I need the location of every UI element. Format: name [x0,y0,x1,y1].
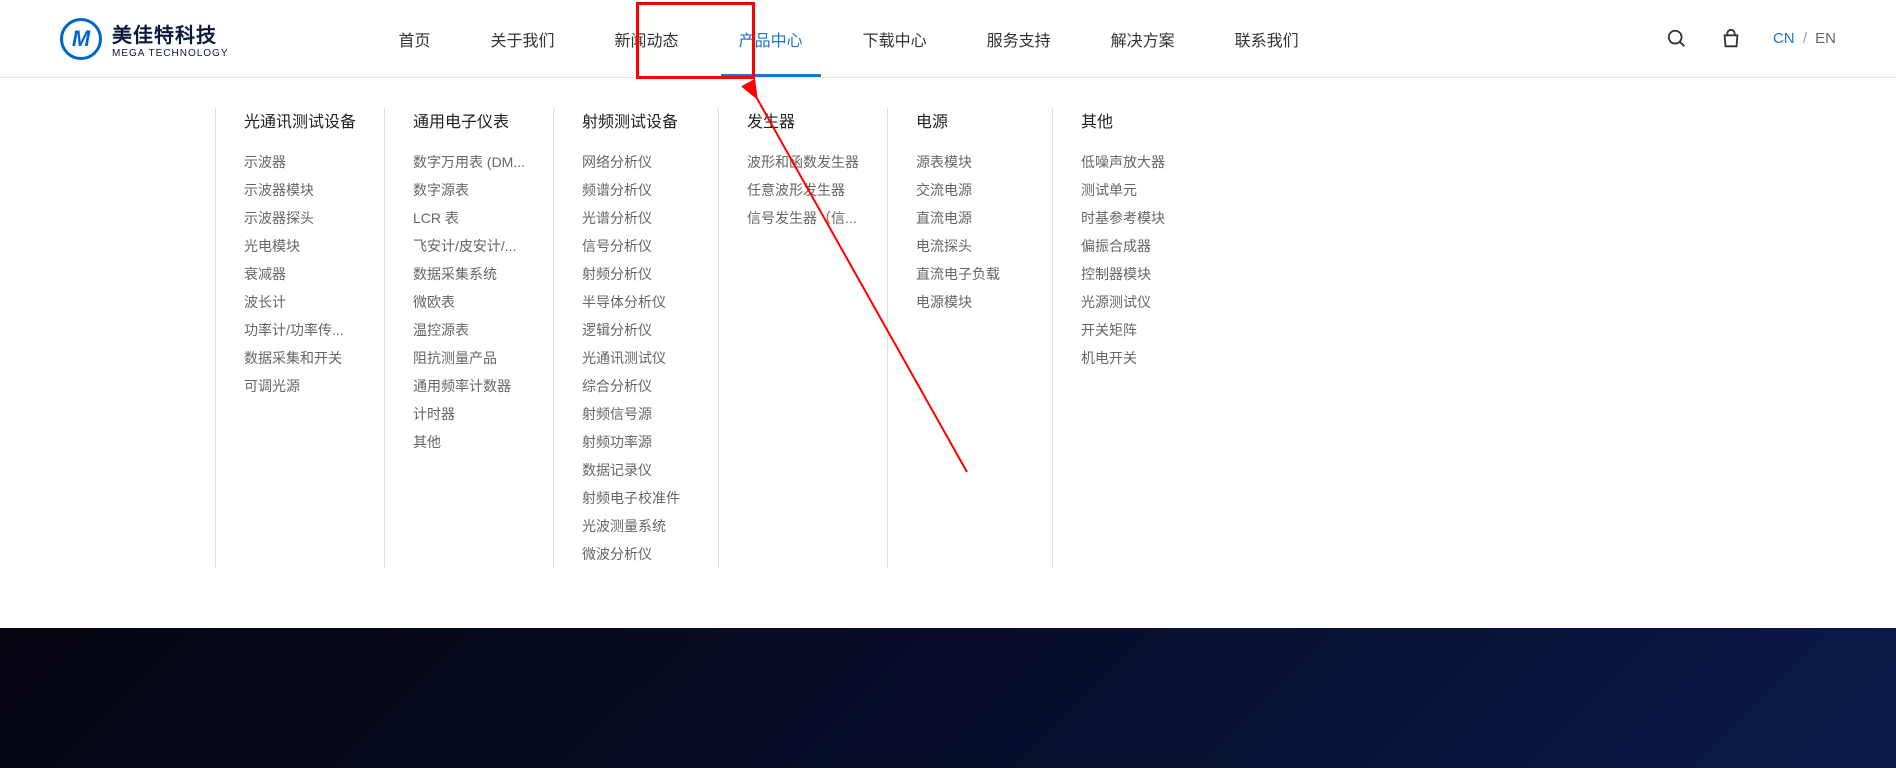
logo-text-cn: 美佳特科技 [112,19,229,48]
logo-text-en: MEGA TECHNOLOGY [112,48,229,59]
col-item[interactable]: 网络分析仪 [582,148,690,176]
col-item[interactable]: 数字万用表 (DM... [413,148,525,176]
col-item[interactable]: 直流电源 [916,204,1024,232]
col-item[interactable]: 射频信号源 [582,400,690,428]
col-item[interactable]: 示波器探头 [244,204,356,232]
col-item[interactable]: 示波器模块 [244,176,356,204]
col-item[interactable]: 微波分析仪 [582,540,690,568]
col-item[interactable]: 射频功率源 [582,428,690,456]
lang-sep: / [1803,30,1807,47]
col-item[interactable]: 交流电源 [916,176,1024,204]
nav-item-6[interactable]: 解决方案 [1081,0,1205,77]
col-item[interactable]: 数字源表 [413,176,525,204]
bag-icon[interactable] [1719,27,1743,51]
col-item[interactable]: 信号发生器（信... [747,204,859,232]
col-title: 光通讯测试设备 [244,108,356,132]
dropdown-col-4: 电源源表模块交流电源直流电源电流探头直流电子负载电源模块 [887,108,1052,568]
col-item[interactable]: 直流电子负载 [916,260,1024,288]
dropdown-col-5: 其他低噪声放大器测试单元时基参考模块偏振合成器控制器模块光源测试仪开关矩阵机电开… [1052,108,1217,568]
col-title: 通用电子仪表 [413,108,525,132]
footer-band [0,628,1896,768]
col-item[interactable]: 射频分析仪 [582,260,690,288]
nav-item-7[interactable]: 联系我们 [1205,0,1329,77]
col-item[interactable]: 温控源表 [413,316,525,344]
dropdown-col-3: 发生器波形和函数发生器任意波形发生器信号发生器（信... [718,108,887,568]
language-switch: CN / EN [1773,30,1836,47]
nav-item-4[interactable]: 下载中心 [833,0,957,77]
col-item[interactable]: 综合分析仪 [582,372,690,400]
col-item[interactable]: 测试单元 [1081,176,1189,204]
col-item[interactable]: 半导体分析仪 [582,288,690,316]
col-item[interactable]: 信号分析仪 [582,232,690,260]
col-item[interactable]: 光通讯测试仪 [582,344,690,372]
col-item[interactable]: 机电开关 [1081,344,1189,372]
col-item[interactable]: 光谱分析仪 [582,204,690,232]
col-item[interactable]: 数据记录仪 [582,456,690,484]
col-item[interactable]: 光波测量系统 [582,512,690,540]
lang-cn[interactable]: CN [1773,30,1795,47]
col-title: 射频测试设备 [582,108,690,132]
col-item[interactable]: 逻辑分析仪 [582,316,690,344]
col-item[interactable]: 控制器模块 [1081,260,1189,288]
nav-item-1[interactable]: 关于我们 [461,0,585,77]
col-item[interactable]: 任意波形发生器 [747,176,859,204]
logo-icon: M [60,18,102,60]
products-dropdown: 光通讯测试设备示波器示波器模块示波器探头光电模块衰减器波长计功率计/功率传...… [215,78,1896,608]
header-right: CN / EN [1665,27,1836,51]
nav-item-0[interactable]: 首页 [369,0,461,77]
site-header: M 美佳特科技 MEGA TECHNOLOGY 首页关于我们新闻动态产品中心下载… [0,0,1896,78]
col-item[interactable]: 阻抗测量产品 [413,344,525,372]
search-icon[interactable] [1665,27,1689,51]
col-item[interactable]: 源表模块 [916,148,1024,176]
col-title: 其他 [1081,108,1189,132]
col-title: 电源 [916,108,1024,132]
logo[interactable]: M 美佳特科技 MEGA TECHNOLOGY [60,18,229,60]
col-item[interactable]: 功率计/功率传... [244,316,356,344]
nav-item-5[interactable]: 服务支持 [957,0,1081,77]
col-title: 发生器 [747,108,859,132]
dropdown-col-2: 射频测试设备网络分析仪频谱分析仪光谱分析仪信号分析仪射频分析仪半导体分析仪逻辑分… [553,108,718,568]
col-item[interactable]: 光源测试仪 [1081,288,1189,316]
col-item[interactable]: 低噪声放大器 [1081,148,1189,176]
col-item[interactable]: 可调光源 [244,372,356,400]
col-item[interactable]: 衰减器 [244,260,356,288]
col-item[interactable]: 通用频率计数器 [413,372,525,400]
col-item[interactable]: 射频电子校准件 [582,484,690,512]
col-item[interactable]: 电源模块 [916,288,1024,316]
col-item[interactable]: 波长计 [244,288,356,316]
col-item[interactable]: 其他 [413,428,525,456]
col-item[interactable]: 数据采集和开关 [244,344,356,372]
nav-item-2[interactable]: 新闻动态 [585,0,709,77]
col-item[interactable]: 时基参考模块 [1081,204,1189,232]
col-item[interactable]: 光电模块 [244,232,356,260]
col-item[interactable]: 频谱分析仪 [582,176,690,204]
col-item[interactable]: 波形和函数发生器 [747,148,859,176]
col-item[interactable]: 示波器 [244,148,356,176]
col-item[interactable]: 微欧表 [413,288,525,316]
dropdown-col-1: 通用电子仪表数字万用表 (DM...数字源表LCR 表飞安计/皮安计/...数据… [384,108,553,568]
nav-item-3[interactable]: 产品中心 [709,0,833,77]
col-item[interactable]: 数据采集系统 [413,260,525,288]
dropdown-col-0: 光通讯测试设备示波器示波器模块示波器探头光电模块衰减器波长计功率计/功率传...… [215,108,384,568]
col-item[interactable]: 开关矩阵 [1081,316,1189,344]
col-item[interactable]: 计时器 [413,400,525,428]
main-nav: 首页关于我们新闻动态产品中心下载中心服务支持解决方案联系我们 [369,0,1329,77]
col-item[interactable]: 电流探头 [916,232,1024,260]
col-item[interactable]: LCR 表 [413,204,525,232]
lang-en[interactable]: EN [1815,30,1836,47]
col-item[interactable]: 偏振合成器 [1081,232,1189,260]
col-item[interactable]: 飞安计/皮安计/... [413,232,525,260]
